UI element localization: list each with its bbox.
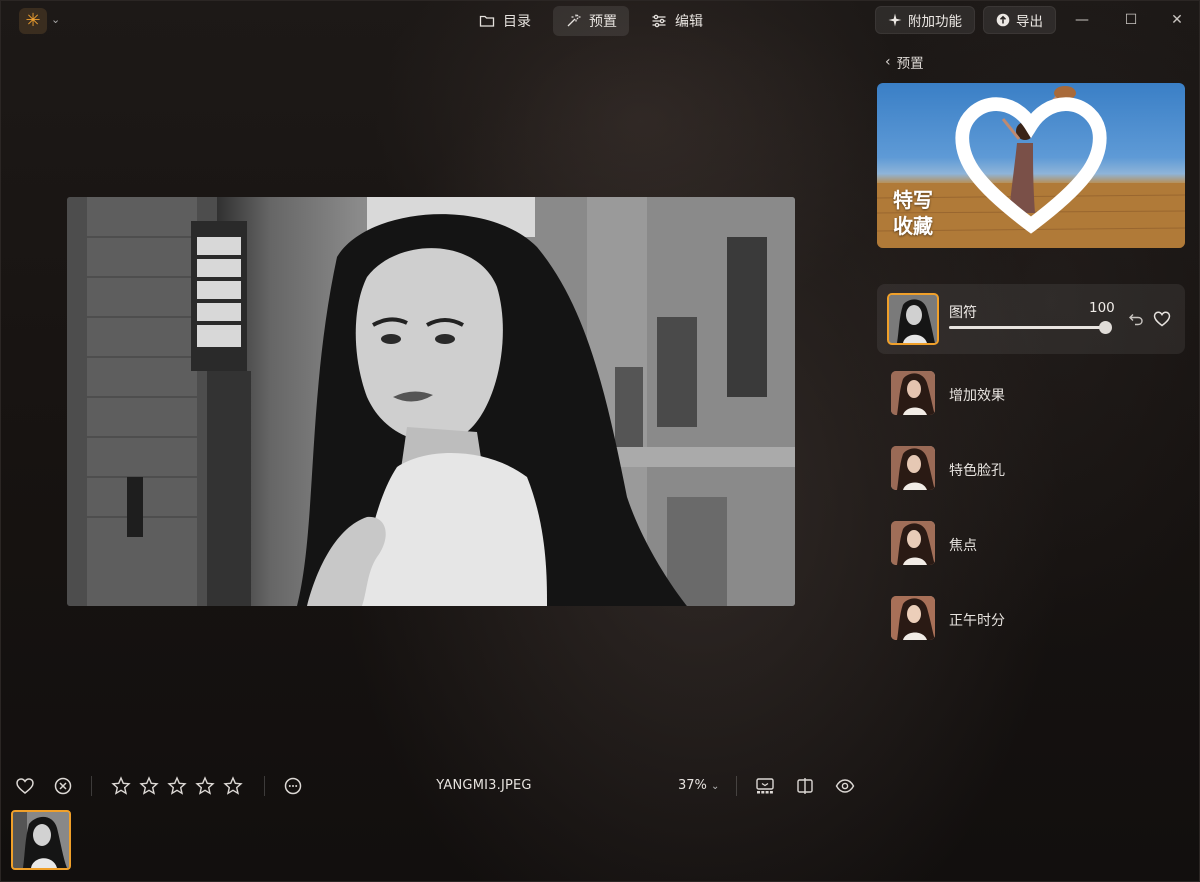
preset-label: 正午时分: [949, 613, 1005, 629]
toolbar-divider: [264, 776, 265, 796]
tab-edit-label: 编辑: [675, 14, 703, 30]
filmstrip-toggle-icon[interactable]: [755, 776, 775, 796]
star-icon[interactable]: [139, 776, 159, 796]
chevron-left-icon: ‹: [885, 54, 891, 70]
upload-icon: [996, 13, 1010, 27]
star-icon[interactable]: [195, 776, 215, 796]
file-name: YANGMI3.JPEG: [436, 778, 532, 793]
active-preset-value: 100: [1089, 300, 1115, 316]
zoom-dropdown[interactable]: 37% ⌄: [678, 778, 719, 793]
minimize-icon[interactable]: —: [1070, 9, 1094, 31]
star-icon[interactable]: [111, 776, 131, 796]
preset-thumbnail: [891, 371, 935, 415]
top-actions: 附加功能 导出: [875, 6, 1056, 34]
chevron-down-icon[interactable]: ⌄: [51, 13, 60, 26]
preset-item[interactable]: 正午时分: [891, 596, 1181, 642]
tab-edit[interactable]: 编辑: [639, 6, 715, 36]
tab-catalog-label: 目录: [503, 14, 531, 30]
undo-icon[interactable]: [1128, 311, 1144, 327]
preset-thumbnail-image: [891, 596, 935, 640]
star-icon[interactable]: [223, 776, 243, 796]
eye-icon[interactable]: [835, 776, 855, 796]
title-bar: ✳ ⌄ 目录 预置 编辑 附加功能 导出 — ☐ ✕: [1, 1, 1200, 41]
tab-presets[interactable]: 预置: [553, 6, 629, 36]
preset-amount-slider[interactable]: [949, 321, 1112, 334]
toolbar-divider: [736, 776, 737, 796]
preset-item[interactable]: 焦点: [891, 521, 1181, 567]
sliders-icon: [652, 14, 666, 28]
heart-icon[interactable]: [877, 83, 1185, 248]
chevron-down-icon: ⌄: [711, 781, 720, 792]
addons-label: 附加功能: [908, 14, 962, 30]
preset-thumbnail: [891, 521, 935, 565]
preset-collection-banner[interactable]: 特写 收藏: [877, 83, 1185, 248]
more-options-icon[interactable]: [283, 776, 303, 796]
photo-content: [67, 197, 795, 606]
preset-label: 增加效果: [949, 388, 1005, 404]
zoom-value: 37%: [678, 778, 707, 793]
preset-item[interactable]: 增加效果: [891, 371, 1181, 417]
heart-icon[interactable]: [1153, 310, 1171, 328]
main-nav: 目录 预置 编辑: [467, 6, 715, 36]
folder-icon: [479, 15, 495, 27]
preset-thumbnail-image: [891, 371, 935, 415]
maximize-icon[interactable]: ☐: [1119, 9, 1143, 31]
preset-thumbnail-image: [891, 446, 935, 490]
preset-thumbnail: [887, 293, 939, 345]
filmstrip-thumbnail-image: [13, 812, 69, 868]
filmstrip-thumbnail[interactable]: [11, 810, 71, 870]
sparkle-icon: [888, 13, 902, 27]
favorite-heart-icon[interactable]: [15, 776, 35, 796]
back-label: 预置: [896, 56, 924, 72]
export-label: 导出: [1016, 14, 1043, 30]
toolbar-divider: [91, 776, 92, 796]
preset-label: 特色脸孔: [949, 463, 1005, 479]
compare-icon[interactable]: [795, 776, 815, 796]
star-icon[interactable]: [167, 776, 187, 796]
app-logo-icon[interactable]: ✳: [19, 8, 47, 34]
magic-wand-icon: [567, 14, 581, 27]
active-preset[interactable]: 图符 100: [877, 284, 1185, 354]
back-to-presets-link[interactable]: ‹ 预置: [885, 52, 924, 72]
close-icon[interactable]: ✕: [1165, 9, 1189, 31]
preset-label: 焦点: [949, 538, 977, 554]
tab-presets-label: 预置: [589, 14, 617, 30]
reject-icon[interactable]: [53, 776, 73, 796]
preset-thumbnail: [891, 596, 935, 640]
preset-thumbnail-image: [889, 295, 937, 343]
slider-handle[interactable]: [1099, 321, 1112, 334]
app-window: ✳ ⌄ 目录 预置 编辑 附加功能 导出 — ☐ ✕ ‹ 预置 特写 收藏 图符…: [0, 0, 1200, 882]
slider-fill: [949, 326, 1105, 329]
photo-preview[interactable]: [67, 197, 795, 606]
preset-thumbnail: [891, 446, 935, 490]
active-preset-name: 图符: [949, 305, 977, 321]
tab-catalog[interactable]: 目录: [467, 6, 543, 36]
preset-thumbnail-image: [891, 521, 935, 565]
preset-item[interactable]: 特色脸孔: [891, 446, 1181, 492]
export-button[interactable]: 导出: [983, 6, 1056, 34]
addons-button[interactable]: 附加功能: [875, 6, 975, 34]
